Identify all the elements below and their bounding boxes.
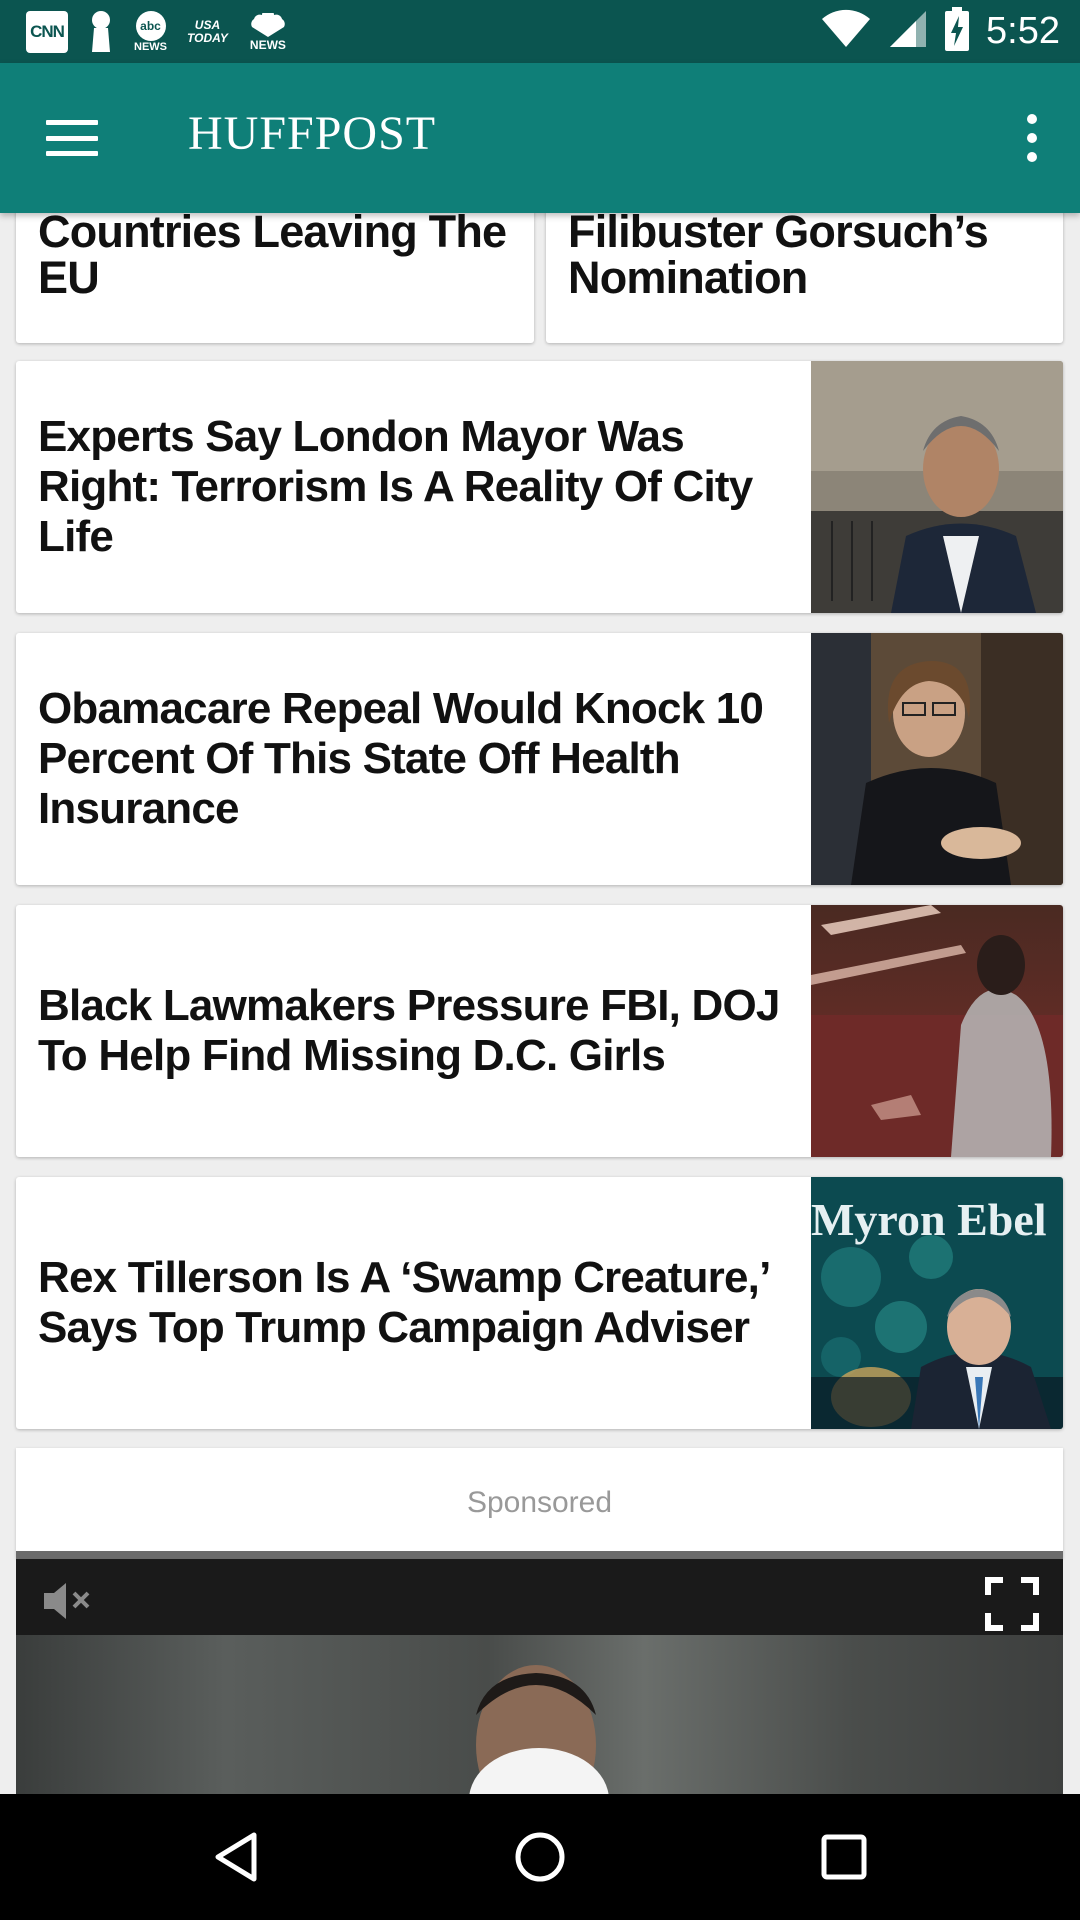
news-feed[interactable]: Countries Leaving The EU Filibuster Gors…	[0, 213, 1080, 1794]
sponsored-video[interactable]	[16, 1551, 1063, 1794]
article-headline: Rex Tillerson Is A ‘Swamp Creature,’ Say…	[38, 1253, 769, 1352]
article-thumbnail: Myron Ebel	[811, 1177, 1063, 1429]
nbc-news-icon: NEWS	[248, 10, 288, 54]
sponsored-label: Sponsored	[16, 1448, 1063, 1558]
navigation-bar	[0, 1794, 1080, 1920]
article-card[interactable]: Rex Tillerson Is A ‘Swamp Creature,’ Say…	[16, 1177, 1063, 1429]
article-card[interactable]: Obamacare Repeal Would Knock 10 Percent …	[16, 633, 1063, 885]
article-thumbnail	[811, 633, 1063, 885]
article-card[interactable]: Black Lawmakers Pressure FBI, DOJ To Hel…	[16, 905, 1063, 1157]
fullscreen-icon[interactable]	[985, 1577, 1039, 1636]
article-headline: Experts Say London Mayor Was Right: Terr…	[38, 412, 753, 561]
usa-today-icon: USA TODAY	[187, 18, 228, 45]
abc-news-icon: abc NEWS	[134, 10, 167, 54]
video-progress-bar[interactable]	[16, 1551, 1063, 1559]
recents-icon[interactable]	[774, 1794, 914, 1920]
article-card[interactable]: Experts Say London Mayor Was Right: Terr…	[16, 361, 1063, 613]
back-icon[interactable]	[166, 1794, 306, 1920]
article-thumbnail	[811, 905, 1063, 1157]
battery-charging-icon	[944, 6, 970, 56]
article-card[interactable]: Countries Leaving The EU	[16, 213, 534, 343]
notification-icons: CNN abc NEWS USA TODAY NEWS	[26, 8, 288, 56]
keyhole-icon	[88, 10, 114, 54]
wifi-icon	[820, 9, 872, 54]
app-title: HUFFPOST	[188, 107, 437, 160]
video-frame	[16, 1635, 1063, 1794]
app-bar: HUFFPOST	[0, 63, 1080, 213]
home-icon[interactable]	[470, 1794, 610, 1920]
cnn-icon: CNN	[26, 11, 68, 53]
system-icons: 5:52	[820, 6, 1060, 56]
mute-icon[interactable]	[40, 1579, 96, 1628]
thumbnail-caption: Myron Ebel	[811, 1194, 1047, 1245]
signal-icon	[888, 9, 928, 54]
article-thumbnail	[811, 361, 1063, 613]
article-headline: Filibuster Gorsuch’s Nomination	[568, 213, 989, 303]
clock: 5:52	[986, 9, 1060, 52]
article-headline: Obamacare Repeal Would Knock 10 Percent …	[38, 684, 764, 833]
more-vert-icon[interactable]	[1014, 108, 1050, 168]
video-controls	[16, 1559, 1063, 1635]
article-headline: Black Lawmakers Pressure FBI, DOJ To Hel…	[38, 981, 780, 1080]
article-card[interactable]: Filibuster Gorsuch’s Nomination	[546, 213, 1063, 343]
hamburger-icon[interactable]	[42, 114, 102, 162]
status-bar: CNN abc NEWS USA TODAY NEWS 5:52	[0, 0, 1080, 63]
article-headline: Countries Leaving The EU	[38, 213, 507, 303]
